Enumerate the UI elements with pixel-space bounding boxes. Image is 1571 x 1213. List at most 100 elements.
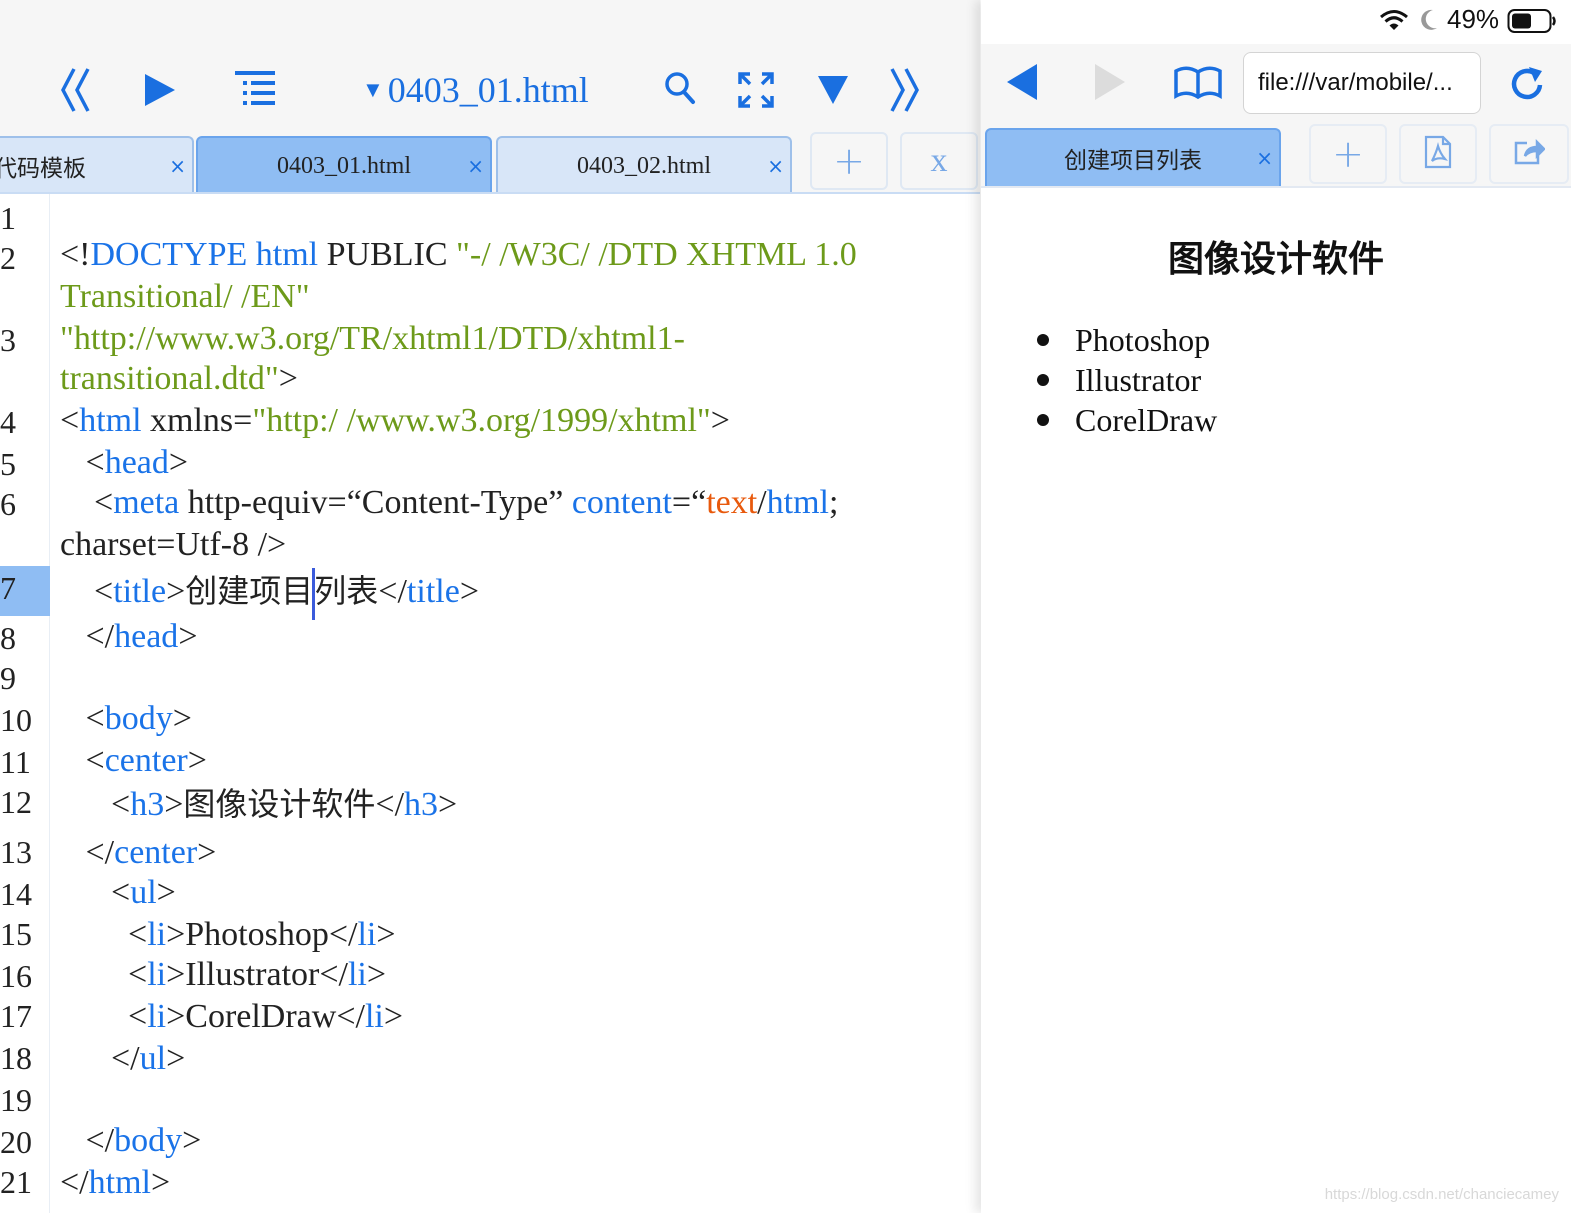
list-item: CorelDraw (1037, 400, 1217, 440)
battery-percentage: 49% (1447, 4, 1500, 34)
browser-toolbar: file:///var/mobile/... (981, 44, 1571, 128)
browser-tab-bar: 创建项目列表 × + (981, 122, 1571, 188)
reload-icon[interactable] (1507, 64, 1547, 109)
tab-label: 代码模板 (0, 156, 86, 182)
list-item: Illustrator (1037, 360, 1217, 400)
forward-arrow-icon[interactable] (1093, 62, 1127, 107)
add-browser-tab-button[interactable]: + (1309, 124, 1387, 184)
line-number: 14 (0, 876, 32, 912)
play-icon[interactable] (140, 68, 180, 112)
line-number: 8 (0, 620, 16, 656)
add-tab-button[interactable]: + (810, 132, 888, 190)
bullet (1037, 414, 1049, 426)
line-number: 2 (0, 240, 16, 276)
tab-code-template[interactable]: 代码模板 × (0, 136, 194, 194)
code-line-18: </ul> (60, 1040, 186, 1077)
close-all-tabs-button[interactable]: x (900, 132, 978, 190)
close-all-label: x (930, 142, 948, 179)
line-number: 17 (0, 998, 32, 1034)
close-icon[interactable]: × (467, 154, 484, 178)
line-number: 10 (0, 702, 32, 738)
line-number: 4 (0, 404, 16, 440)
battery-icon (1507, 8, 1557, 39)
line-number: 6 (0, 486, 16, 522)
code-line-4: <html xmlns="http:/ /www.w3.org/1999/xht… (60, 402, 730, 439)
search-icon[interactable] (662, 70, 698, 106)
code-line-2: <!DOCTYPE html PUBLIC "-/ /W3C/ /DTD XHT… (60, 236, 857, 273)
tab-divider (0, 192, 980, 194)
code-line-12: <h3>图像设计软件</h3> (60, 785, 458, 823)
plus-icon: + (833, 139, 865, 183)
file-title-label: 0403_01.html (387, 70, 589, 110)
line-number: 15 (0, 916, 32, 952)
browser-tab-active[interactable]: 创建项目列表 × (985, 128, 1281, 186)
share-icon (1513, 138, 1546, 171)
line-number: 18 (0, 1040, 32, 1076)
pdf-icon (1423, 135, 1453, 174)
line-number: 13 (0, 834, 32, 870)
browser-pane: 49% file:///var/mobile/... 创建项目列表 × + 图像… (981, 0, 1571, 1213)
code-line-8: </head> (60, 618, 198, 655)
list-item: Photoshop (1037, 320, 1217, 360)
line-number: 21 (0, 1164, 32, 1200)
line-number-gutter: 1 2 3 4 5 6 7 8 9 10 11 12 13 14 15 16 1… (0, 194, 50, 1213)
tab-label: 0403_01.html (276, 152, 411, 179)
line-number: 20 (0, 1124, 32, 1160)
code-line-11: <center> (60, 742, 207, 779)
code-line-2-wrap: Transitional/ /EN" (60, 278, 310, 315)
code-line-21: </html> (60, 1164, 171, 1201)
triangle-down-icon[interactable] (814, 72, 852, 108)
moon-icon (1419, 8, 1439, 37)
share-button[interactable] (1489, 124, 1569, 184)
wifi-icon (1379, 8, 1409, 37)
code-line-20: </body> (60, 1122, 202, 1159)
code-line-7: <title>创建项目列表</title> (60, 568, 479, 620)
outline-list-icon[interactable] (232, 66, 278, 112)
pdf-button[interactable] (1399, 124, 1477, 184)
editor-pane: ▼ 0403_01.html 代码模板 × 0403_01.html × 040… (0, 0, 980, 1213)
back-arrow-icon[interactable] (1005, 62, 1039, 107)
bullet (1037, 334, 1049, 346)
bullet (1037, 374, 1049, 386)
software-list: Photoshop Illustrator CorelDraw (1037, 320, 1217, 440)
url-text: file:///var/mobile/... (1258, 69, 1453, 96)
line-number: 16 (0, 958, 32, 994)
chevrons-left-icon[interactable] (56, 66, 96, 114)
chevrons-right-icon[interactable] (884, 66, 924, 114)
code-line-17: <li>CorelDraw</li> (60, 998, 404, 1035)
line-number: 1 (0, 200, 16, 236)
code-line-6-wrap: charset=Utf-8 /> (60, 526, 287, 563)
code-line-3: "http://www.w3.org/TR/xhtml1/DTD/xhtml1- (60, 320, 685, 357)
page-heading: 图像设计软件 (1167, 239, 1384, 280)
url-field[interactable]: file:///var/mobile/... (1243, 52, 1481, 114)
code-line-5: <head> (60, 444, 189, 481)
fullscreen-icon[interactable] (736, 70, 776, 110)
bookmarks-book-icon[interactable] (1173, 66, 1223, 105)
caret-down-icon: ▼ (362, 77, 384, 102)
line-number-active: 7 (0, 566, 50, 616)
close-icon[interactable]: × (169, 154, 186, 178)
line-number: 5 (0, 446, 16, 482)
code-line-3-wrap: transitional.dtd"> (60, 360, 298, 397)
code-line-13: </center> (60, 834, 217, 871)
tab-0403-01[interactable]: 0403_01.html × (196, 136, 492, 194)
code-line-16: <li>Illustrator</li> (60, 956, 387, 993)
code-line-15: <li>Photoshop</li> (60, 916, 396, 953)
line-number: 19 (0, 1082, 32, 1118)
tab-label: 0403_02.html (576, 152, 711, 179)
browser-tab-label: 创建项目列表 (1064, 148, 1202, 174)
file-title-dropdown[interactable]: ▼ 0403_01.html (362, 66, 589, 114)
code-line-14: <ul> (60, 874, 176, 911)
close-icon[interactable]: × (1256, 146, 1273, 170)
tab-0403-02[interactable]: 0403_02.html × (496, 136, 792, 194)
plus-icon: + (1332, 132, 1364, 176)
line-number: 9 (0, 660, 16, 696)
editor-toolbar: ▼ 0403_01.html (0, 0, 980, 128)
line-number: 3 (0, 322, 16, 358)
close-icon[interactable]: × (767, 154, 784, 178)
code-line-10: <body> (60, 700, 192, 737)
code-line-6: <meta http-equiv=“Content-Type” content=… (60, 484, 839, 521)
watermark: https://blog.csdn.net/chanciecamey (1324, 1186, 1559, 1203)
line-number: 12 (0, 784, 32, 820)
line-number: 11 (0, 744, 31, 780)
